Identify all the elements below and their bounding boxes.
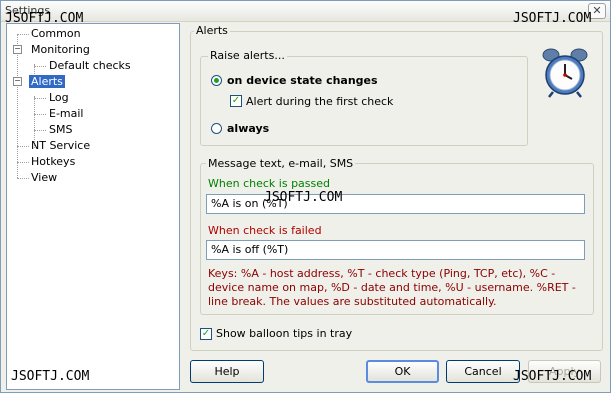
collapse-icon[interactable]: − (13, 77, 22, 86)
passed-label: When check is passed (208, 177, 331, 190)
help-button[interactable]: Help (190, 360, 264, 383)
state-changes-radio[interactable] (211, 75, 222, 86)
always-label[interactable]: always (227, 122, 269, 135)
watermark-text: JSOFTJ.COM (5, 11, 84, 26)
tree-item-default-checks[interactable]: Default checks (47, 59, 133, 73)
tree-item-sms[interactable]: SMS (47, 123, 74, 137)
passed-message-input[interactable]: %A is on (%T) (206, 194, 585, 214)
tree-item-nt-service[interactable]: NT Service (29, 139, 92, 153)
message-group-title: Message text, e-mail, SMS (206, 157, 356, 170)
cancel-button[interactable]: Cancel (446, 360, 520, 383)
alerts-group-title: Alerts (194, 24, 230, 37)
watermark-text: JSOFTJ.COM (264, 190, 343, 205)
raise-alerts-title: Raise alerts... (208, 49, 287, 62)
settings-tree: Common − Monitoring Default checks − Ale… (6, 23, 180, 390)
failed-message-input[interactable]: %A is off (%T) (206, 240, 585, 260)
always-radio[interactable] (211, 123, 222, 134)
ok-button[interactable]: OK (366, 360, 439, 383)
keys-help-text: Keys: %A - host address, %T - check type… (208, 267, 576, 308)
tree-item-monitoring[interactable]: Monitoring (29, 43, 92, 57)
balloon-tips-checkbox[interactable]: ✓ (200, 328, 212, 340)
collapse-icon[interactable]: − (13, 45, 22, 54)
alarm-clock-icon (542, 48, 588, 98)
state-changes-label[interactable]: on device state changes (227, 74, 378, 87)
settings-window: Settings ✕ Common − Monitoring Default c… (0, 0, 611, 393)
tree-item-view[interactable]: View (29, 171, 59, 185)
tree-item-email[interactable]: E-mail (47, 107, 86, 121)
watermark-text: JSOFTJ.COM (513, 369, 592, 384)
first-check-label[interactable]: Alert during the first check (246, 95, 393, 108)
tree-item-log[interactable]: Log (47, 91, 71, 105)
watermark-text: JSOFTJ.COM (11, 369, 90, 384)
tree-item-alerts[interactable]: Alerts (29, 75, 65, 89)
balloon-tips-label[interactable]: Show balloon tips in tray (216, 327, 352, 340)
tree-item-hotkeys[interactable]: Hotkeys (29, 155, 77, 169)
first-check-checkbox[interactable]: ✓ (230, 95, 242, 107)
tree-item-common[interactable]: Common (29, 27, 83, 41)
watermark-text: JSOFTJ.COM (513, 11, 592, 26)
failed-label: When check is failed (208, 224, 322, 237)
